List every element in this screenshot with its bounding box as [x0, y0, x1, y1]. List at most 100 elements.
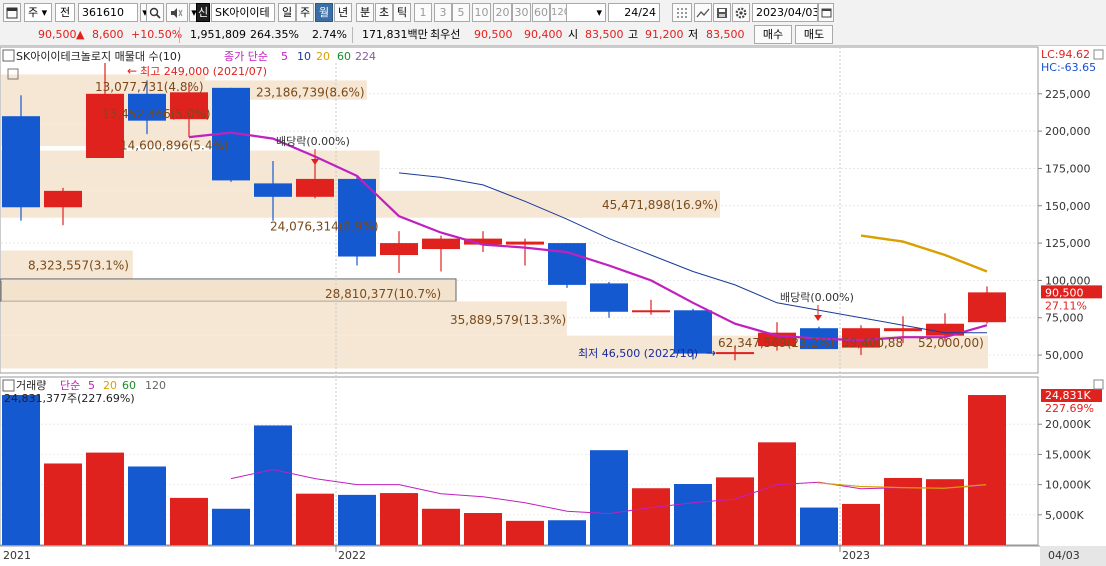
price-axis-label: 175,000	[1045, 162, 1091, 175]
x-axis-label: 2023	[842, 549, 870, 562]
speaker-icon[interactable]	[166, 3, 188, 22]
quote-bar: 90,500 ▲ 8,600 +10.50% 1,951,809 264.35%…	[0, 24, 1106, 46]
volume-axis-label: 5,000K	[1045, 509, 1084, 522]
low-price: 83,500	[706, 28, 745, 41]
volume-profile-label: 13,452,466(5.0%)	[102, 107, 211, 121]
current-pct-tag: 27.11%	[1045, 299, 1087, 312]
minute-button-1[interactable]: 1	[414, 3, 432, 22]
candle-body	[506, 241, 544, 245]
calendar-icon[interactable]	[818, 3, 834, 22]
volume-bar	[464, 512, 502, 545]
volume-profile-label: 23,186,739(8.6%)	[256, 85, 365, 99]
candle-body	[296, 178, 334, 197]
candle-body	[548, 243, 586, 285]
price-axis-label: 75,000	[1045, 312, 1084, 325]
minute-button-60[interactable]: 60	[532, 3, 550, 22]
volume-bar	[170, 497, 208, 545]
price-axis-label: 125,000	[1045, 237, 1091, 250]
turnover-rate: 2.74%	[312, 28, 347, 41]
volume-bar	[758, 442, 796, 545]
volume-bar	[674, 484, 712, 545]
price-axis-label: 150,000	[1045, 200, 1091, 213]
minute-button-10[interactable]: 10	[472, 3, 491, 22]
volume-tag-text: 24,831K	[1045, 389, 1091, 402]
volume-legend-checkbox	[2, 379, 15, 392]
stock-name-field: SK아이이테	[211, 3, 275, 22]
grid-icon[interactable]	[672, 3, 692, 22]
volume-profile-label: 28,810,377(10.7%)	[325, 287, 441, 301]
open-label: 시	[568, 28, 579, 41]
price-axis-label: 225,000	[1045, 88, 1091, 101]
date-field[interactable]: 2023/04/03	[752, 3, 818, 22]
buy-button[interactable]: 매수	[754, 25, 792, 44]
volume-bar	[86, 452, 124, 545]
tab-timeframe-4[interactable]: 년	[334, 3, 352, 22]
panel-resize-icon	[1093, 49, 1104, 60]
interval-dropdown[interactable]: ▾	[566, 3, 606, 22]
volume-ma-period: 5	[88, 379, 95, 392]
price-axis-label: 50,000	[1045, 349, 1084, 362]
volume-bar	[212, 508, 250, 545]
dividend-label: 배당락(0.00%)	[276, 135, 350, 148]
minute-button-3[interactable]: 3	[434, 3, 452, 22]
high-price: 91,200	[645, 28, 684, 41]
compare-select[interactable]: 전	[55, 3, 75, 22]
high-arrow-icon: ←	[127, 64, 137, 78]
stock-code-input[interactable]: 361610	[78, 3, 138, 22]
tab-timeframe-7[interactable]: 틱	[393, 3, 411, 22]
low-marker: 최저 46,500 (2022/10)	[578, 347, 698, 360]
price-ma-label: 종가 단순	[224, 50, 268, 63]
gear-icon[interactable]	[732, 3, 750, 22]
line-tool-icon[interactable]	[694, 3, 712, 22]
toolbar-main: 주 ▾ 전 361610 ▾ ▾ 신 SK아이이테 일주월년분초틱 1 3 5 10 2…	[0, 0, 1106, 24]
volume-profile-label: 59,400,88	[842, 336, 903, 350]
price-axis-label: 200,000	[1045, 125, 1091, 138]
minute-button-30[interactable]: 30	[512, 3, 531, 22]
volume-bar	[800, 507, 838, 545]
volume-bar	[590, 450, 628, 545]
dividend-label: 배당락(0.00%)	[780, 291, 854, 304]
tab-timeframe-1[interactable]: 일	[278, 3, 296, 22]
price-ma-period: 10	[297, 50, 311, 63]
tab-timeframe-6[interactable]: 초	[375, 3, 393, 22]
tab-timeframe-3[interactable]: 월	[315, 3, 333, 22]
price-ma-period: 224	[355, 50, 376, 63]
volume-profile-label: 24,076,314(8.9%)	[270, 220, 379, 234]
volume-bar	[380, 493, 418, 545]
volume-bar	[2, 395, 40, 545]
current-price-tag-text: 90,500	[1045, 286, 1084, 299]
volume-ma-period: 120	[145, 379, 166, 392]
volume-profile-label: 14,600,896(5.4%)	[120, 138, 229, 152]
window-icon[interactable]	[3, 3, 21, 22]
volume-profile-label: 52,000,00)	[918, 336, 984, 350]
period-dropdown[interactable]: 주 ▾	[24, 3, 52, 22]
price-change: 8,600	[92, 28, 124, 41]
volume-axis-label: 20,000K	[1045, 418, 1091, 431]
x-axis-area	[0, 546, 1106, 566]
volume-bar	[44, 463, 82, 545]
volume-ratio: 264.35%	[250, 28, 299, 41]
candle-count-field[interactable]: 24/24	[608, 3, 660, 22]
price-change-pct: +10.50%	[131, 28, 183, 41]
stock-chart[interactable]: 13,077,731(4.8%) 13,452,466(5.0%) 14,600,8…	[0, 45, 1106, 566]
candle-body	[884, 328, 922, 332]
minute-button-5[interactable]: 5	[452, 3, 470, 22]
candle-body	[2, 116, 40, 208]
volume-axis-label: 15,000K	[1045, 448, 1091, 461]
volume-bar	[632, 488, 670, 545]
search-icon[interactable]	[146, 3, 164, 22]
candle-body	[86, 93, 124, 158]
tab-timeframe-2[interactable]: 주	[296, 3, 314, 22]
minute-button-20[interactable]: 20	[493, 3, 512, 22]
volume-bar	[254, 425, 292, 545]
x-axis-label: 2021	[3, 549, 31, 562]
candle-body	[422, 238, 460, 250]
sell-button[interactable]: 매도	[795, 25, 833, 44]
tab-timeframe-5[interactable]: 분	[356, 3, 374, 22]
volume-profile-label: 8,323,557(3.1%)	[28, 258, 129, 272]
candle-body	[380, 243, 418, 256]
volume-bar	[422, 508, 460, 545]
low-arrow-icon: →	[706, 346, 716, 360]
save-icon[interactable]	[713, 3, 731, 22]
volume-bar	[296, 493, 334, 545]
